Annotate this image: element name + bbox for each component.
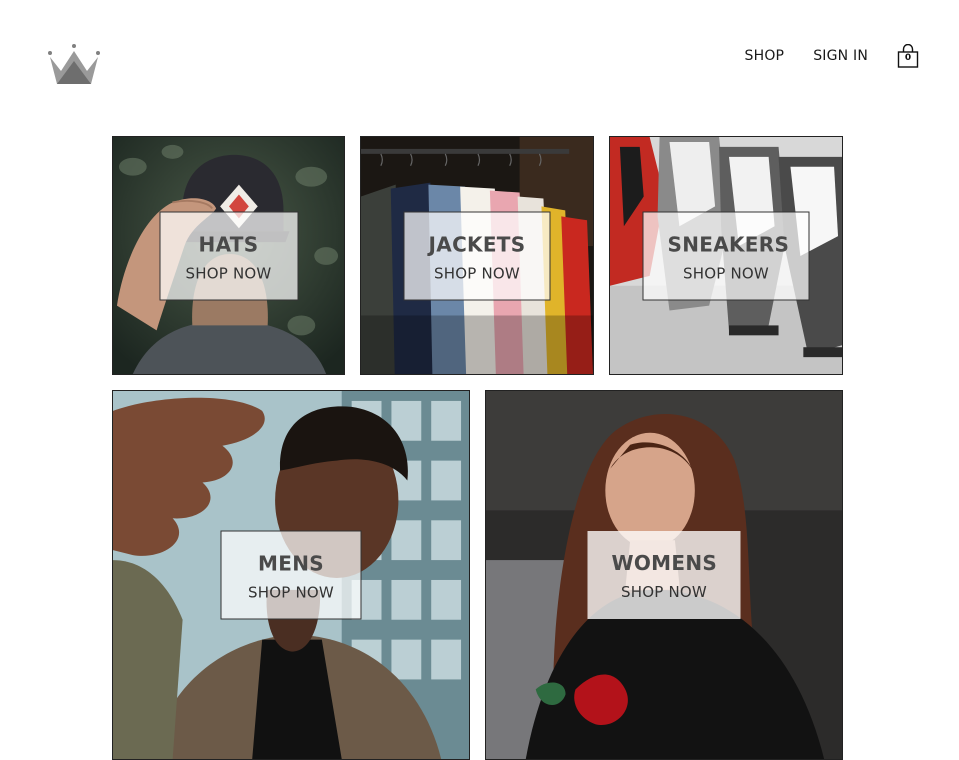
tile-title: JACKETS xyxy=(428,232,526,256)
shop-now-label[interactable]: SHOP NOW xyxy=(246,582,337,604)
header: SHOP SIGN IN 0 xyxy=(0,0,959,110)
tile-label: SNEAKERS SHOP NOW xyxy=(642,211,810,300)
directory-item-jackets[interactable]: JACKETS SHOP NOW xyxy=(360,136,594,375)
shop-now-label[interactable]: SHOP NOW xyxy=(668,262,785,284)
tile-title: SNEAKERS xyxy=(667,232,790,256)
tile-label: JACKETS SHOP NOW xyxy=(403,211,551,300)
directory-item-sneakers[interactable]: SNEAKERS SHOP NOW xyxy=(609,136,843,375)
directory-item-mens[interactable]: MENS SHOP NOW xyxy=(112,390,470,760)
nav-bar: SHOP SIGN IN 0 xyxy=(745,44,919,68)
tile-title: HATS xyxy=(198,232,259,256)
shop-now-label[interactable]: SHOP NOW xyxy=(184,262,273,284)
tile-title: MENS xyxy=(258,551,324,576)
shop-now-label[interactable]: SHOP NOW xyxy=(612,581,717,603)
tile-label: WOMENS SHOP NOW xyxy=(587,531,741,619)
directory-item-hats[interactable]: HATS SHOP NOW xyxy=(112,136,345,375)
crown-icon[interactable] xyxy=(47,43,101,87)
nav-shop-link[interactable]: SHOP xyxy=(745,48,785,64)
cart-count: 0 xyxy=(904,53,912,63)
tile-title: WOMENS xyxy=(611,551,718,575)
cart-button[interactable]: 0 xyxy=(897,44,919,68)
tile-label: MENS SHOP NOW xyxy=(220,530,362,620)
nav-sign-in-link[interactable]: SIGN IN xyxy=(813,48,868,64)
shop-now-label[interactable]: SHOP NOW xyxy=(429,262,526,284)
directory-item-womens[interactable]: WOMENS SHOP NOW xyxy=(485,390,843,760)
tile-label: HATS SHOP NOW xyxy=(159,211,298,300)
